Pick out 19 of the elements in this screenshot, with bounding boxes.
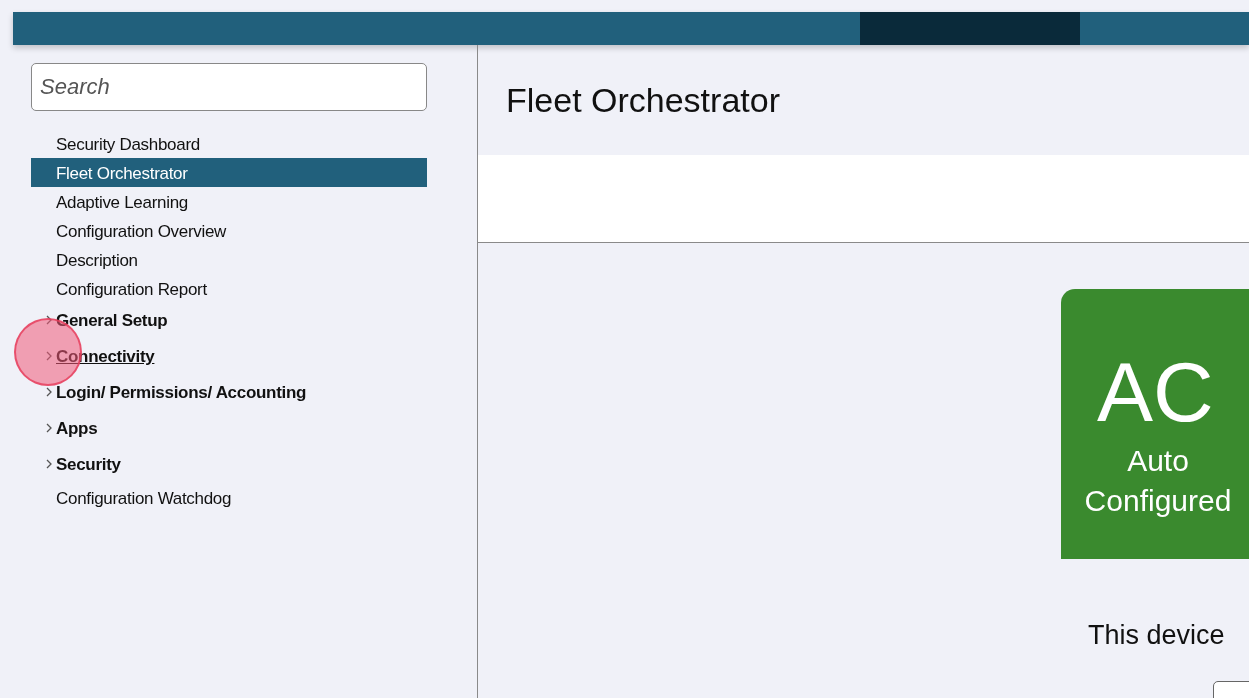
badge-label: Auto Configured (1083, 443, 1233, 519)
message-text: This device (1088, 619, 1225, 652)
nav-item[interactable]: Description (56, 251, 138, 270)
nav-item[interactable]: Configuration Watchdog (56, 489, 232, 508)
chevron-icon[interactable] (45, 459, 53, 469)
nav-item[interactable]: Adaptive Learning (56, 193, 188, 212)
nav-item[interactable]: Login/ Permissions/ Accounting (56, 383, 307, 402)
nav-item[interactable]: Configuration Overview (56, 222, 227, 241)
nav-item[interactable]: Configuration Report (56, 280, 207, 299)
badge-code: AC (1097, 347, 1215, 437)
chevron-icon[interactable] (45, 423, 53, 433)
chevron-icon[interactable] (45, 387, 53, 397)
nav-item[interactable]: Security Dashboard (56, 135, 200, 154)
nav-item[interactable]: Security (56, 455, 121, 474)
chevron-icon[interactable] (45, 315, 53, 325)
nav-item[interactable]: General Setup (56, 311, 168, 330)
nav-item[interactable]: Apps (56, 419, 98, 438)
search-field[interactable]: Search (31, 63, 427, 111)
page-title: Fleet Orchestrator (506, 79, 780, 121)
